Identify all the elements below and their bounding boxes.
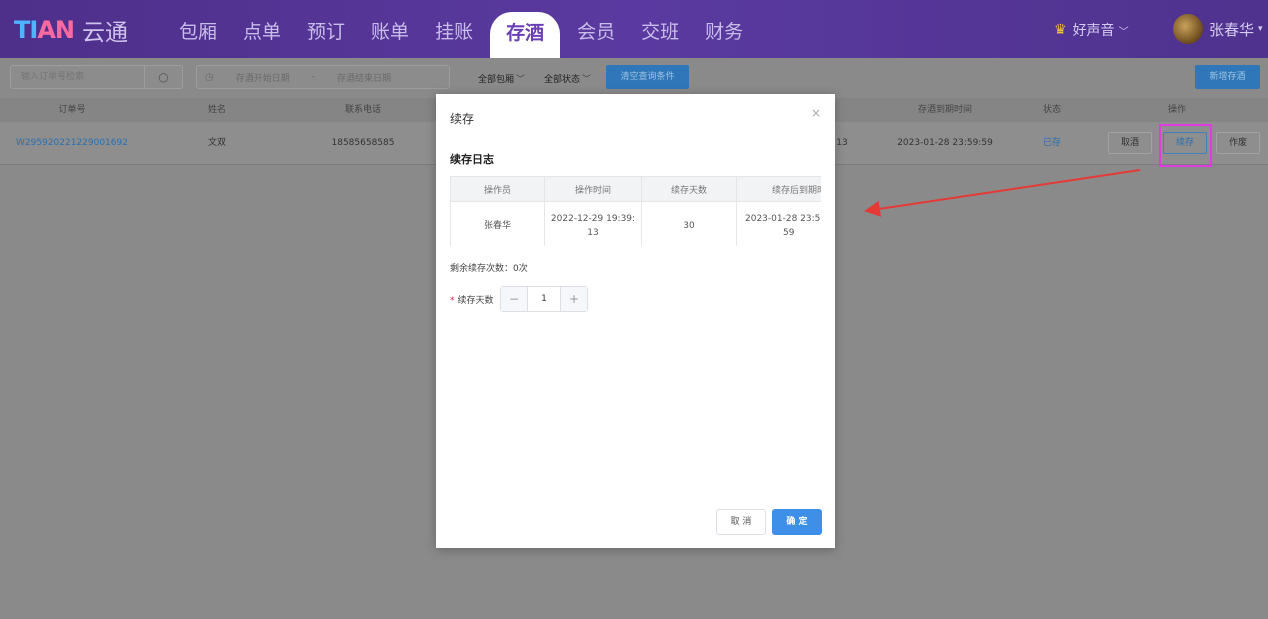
remaining-renewals: 剩余续存次数：0次 bbox=[450, 264, 528, 274]
dialog-confirm-button[interactable]: 确 定 bbox=[772, 509, 822, 535]
log-time: 2022-12-29 19:39: 13 bbox=[544, 201, 642, 246]
log-days: 30 bbox=[641, 201, 737, 246]
log-col-expire: 续存后到期时间 bbox=[736, 176, 821, 202]
log-col-days: 续存天数 bbox=[641, 176, 737, 202]
dialog-cancel-button[interactable]: 取 消 bbox=[716, 509, 766, 535]
dialog-title: 续存 bbox=[450, 112, 475, 126]
renew-days-label: * 续存天数 bbox=[450, 296, 494, 306]
log-expire: 2023-01-28 23:59: 59 bbox=[736, 201, 821, 246]
renew-log-title: 续存日志 bbox=[450, 153, 494, 166]
log-col-operator: 操作员 bbox=[450, 176, 545, 202]
renew-log-table: 操作员 操作时间 续存天数 续存后到期时间 张春华 2022-12-29 19:… bbox=[450, 176, 821, 246]
log-row: 张春华 2022-12-29 19:39: 13 30 2023-01-28 23… bbox=[450, 201, 821, 246]
renew-dialog: 续存 × 续存日志 操作员 操作时间 续存天数 续存后到期时间 张春华 2022… bbox=[436, 94, 835, 548]
increment-button[interactable]: + bbox=[560, 287, 587, 311]
renew-days-value[interactable]: 1 bbox=[528, 287, 560, 311]
decrement-button[interactable]: − bbox=[501, 287, 528, 311]
close-icon[interactable]: × bbox=[811, 106, 821, 120]
renew-days-stepper: − 1 + bbox=[500, 286, 588, 312]
log-operator: 张春华 bbox=[450, 201, 545, 246]
log-col-time: 操作时间 bbox=[544, 176, 642, 202]
